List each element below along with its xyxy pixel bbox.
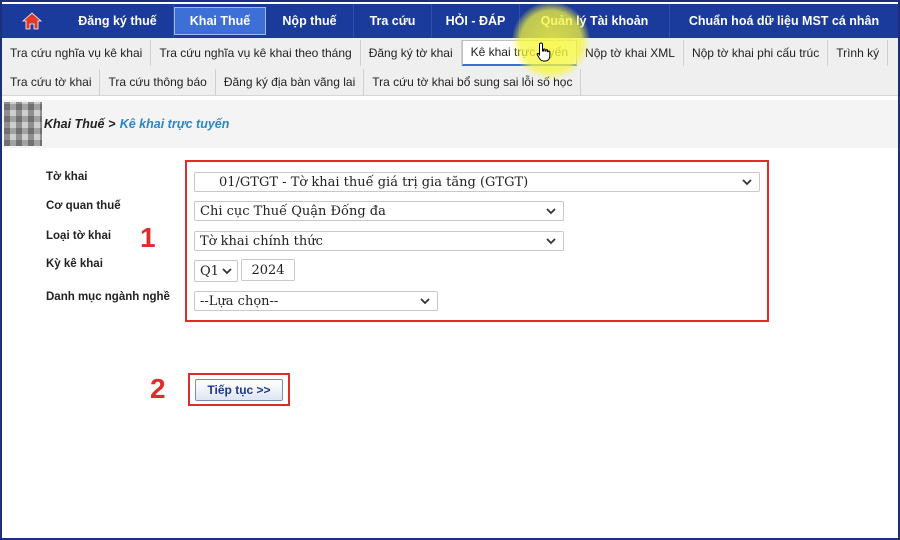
nav-item-quan-ly-tai-khoan[interactable]: Quản lý Tài khoản [520,4,670,38]
submenu-ke-khai-truc-tuyen[interactable]: Kê khai trực tuyến [461,39,578,66]
breadcrumb: Khai Thuế > Kê khai trực tuyến [2,100,898,148]
nav-item-nop-thue[interactable]: Nộp thuế [266,4,354,38]
highlight-box-step-1 [185,160,769,322]
submenu-nop-to-khai-xml[interactable]: Nộp tờ khai XML [577,39,684,66]
label-to-khai: Tờ khai [46,171,88,183]
sub-menu-row-1: Tra cứu nghĩa vụ kê khai Tra cứu nghĩa v… [2,38,898,67]
continue-button[interactable]: Tiếp tục >> [195,379,283,401]
submenu-trinh-ky[interactable]: Trình ký [828,39,889,66]
breadcrumb-separator: > [108,117,116,131]
breadcrumb-current: Kê khai trực tuyến [119,117,230,131]
submenu-tra-cuu-to-khai[interactable]: Tra cứu tờ khai [2,68,101,95]
label-co-quan-thue: Cơ quan thuế [46,200,121,212]
nav-item-dang-ky-thue[interactable]: Đăng ký thuế [62,4,174,38]
nav-item-chuan-hoa-mst[interactable]: Chuẩn hoá dữ liệu MST cá nhân [670,4,898,38]
home-icon [22,12,42,30]
breadcrumb-parent[interactable]: Khai Thuế [44,117,104,131]
submenu-dang-ky-dia-ban-vang-lai[interactable]: Đăng ký địa bàn vãng lai [216,68,365,95]
sub-menu: Tra cứu nghĩa vụ kê khai Tra cứu nghĩa v… [2,38,898,96]
label-danh-muc-nganh-nghe: Danh mục ngành nghề [46,291,170,303]
label-ky-ke-khai: Kỳ kê khai [46,258,103,270]
sub-menu-row-2: Tra cứu tờ khai Tra cứu thông báo Đăng k… [2,67,898,96]
submenu-dang-ky-to-khai[interactable]: Đăng ký tờ khai [361,39,462,66]
step-number-2: 2 [150,373,166,404]
label-loai-to-khai: Loại tờ khai [46,230,112,242]
submenu-nop-to-khai-phi-cau-truc[interactable]: Nộp tờ khai phi cấu trúc [684,39,829,66]
home-button[interactable] [2,4,62,38]
submenu-tra-cuu-nghia-vu-theo-thang[interactable]: Tra cứu nghĩa vụ kê khai theo tháng [151,39,361,66]
nav-item-tra-cuu[interactable]: Tra cứu [354,4,432,38]
hand-cursor-icon [536,42,551,62]
submenu-tra-cuu-to-khai-bo-sung[interactable]: Tra cứu tờ khai bổ sung sai lỗi số học [364,68,582,95]
submenu-tra-cuu-thong-bao[interactable]: Tra cứu thông báo [100,68,216,95]
top-nav: Đăng ký thuế Khai Thuế Nộp thuế Tra cứu … [2,4,898,38]
blurred-logo [4,102,42,146]
step-number-1: 1 [140,222,156,253]
nav-item-hoi-dap[interactable]: HỎI - ĐÁP [432,4,520,38]
nav-item-khai-thue[interactable]: Khai Thuế [174,7,266,35]
submenu-tra-cuu-nghia-vu[interactable]: Tra cứu nghĩa vụ kê khai [2,39,152,66]
